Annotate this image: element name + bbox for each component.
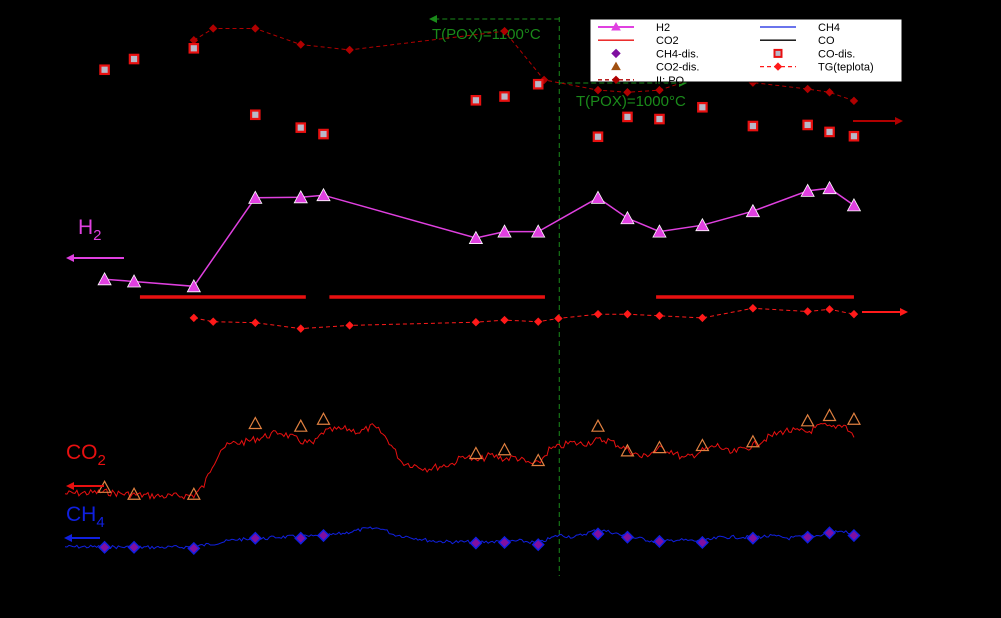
ch4-label-subscript: 4	[96, 514, 104, 531]
co-dis-point	[848, 130, 860, 142]
co-dis-point	[747, 120, 759, 132]
co-dis-point	[188, 43, 200, 54]
legend-label: CH4-dis.	[656, 48, 699, 60]
legend-label: CO2-dis.	[656, 62, 699, 74]
co-dis-point	[128, 53, 140, 65]
legend: H2 CH4 CO2 CO CH4-dis. CO-dis. CO2-dis. TG(tepl…	[589, 18, 903, 87]
legend-label: CO-dis.	[818, 48, 855, 60]
co-dis-point	[824, 126, 835, 138]
co-dis-point	[802, 119, 813, 131]
co2-label-subscript: 2	[98, 452, 106, 469]
co-dis-point	[499, 91, 510, 102]
legend-label: CO	[818, 35, 835, 47]
co-dis-point	[249, 109, 261, 121]
co-dis-point	[622, 111, 633, 123]
pox-1100-label: T(POX)=1100°C	[432, 26, 541, 43]
legend-swatch-marker	[773, 48, 783, 58]
co-dis-point	[99, 64, 110, 76]
legend-label: CH4	[818, 22, 840, 34]
co-dis-point	[295, 122, 307, 133]
pox-1000-label: T(POX)=1000°C	[576, 93, 686, 110]
legend-label: H2	[656, 22, 670, 34]
h2-label-main: H	[78, 216, 93, 239]
legend-label: TG(teplota)	[818, 62, 874, 74]
co-dis-point	[532, 78, 544, 90]
legend-label: II: PO	[656, 75, 685, 87]
co-dis-point	[697, 101, 708, 113]
co-dis-point	[654, 113, 665, 125]
co-dis-point	[318, 128, 329, 140]
h2-label-subscript: 2	[93, 227, 101, 244]
co-dis-point	[470, 94, 482, 106]
co2-label-main: CO	[66, 441, 98, 464]
legend-label: CO2	[656, 35, 679, 47]
ch4-label-main: CH	[66, 503, 96, 526]
co-dis-point	[592, 131, 604, 143]
chart: T(POX)=1100°CT(POX)=1000°C H2CO2CH4 H2 CH…	[0, 0, 1001, 618]
